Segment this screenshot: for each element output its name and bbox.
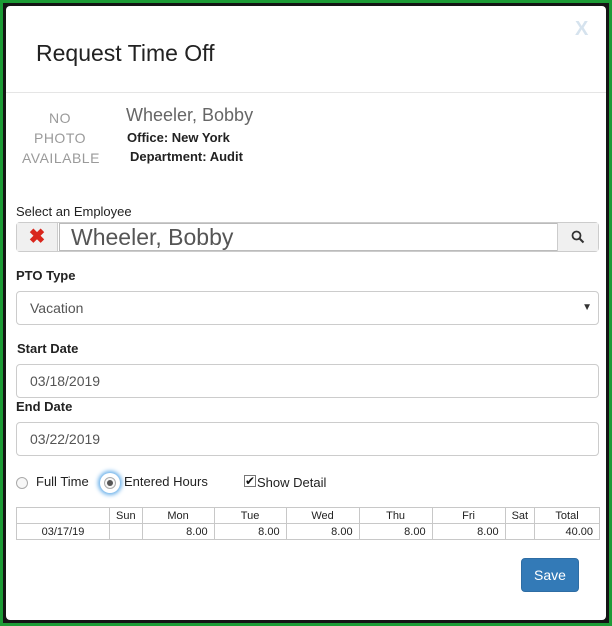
hours-cell: 8.00 [141, 523, 215, 540]
end-date-input[interactable]: 03/22/2019 [16, 422, 599, 456]
employee-office: Office: New York [127, 130, 230, 145]
close-button[interactable]: X [575, 18, 588, 41]
hours-cell [109, 523, 143, 540]
dropdown-caret-icon: ▼ [582, 302, 592, 313]
column-header: Total [534, 507, 600, 524]
clear-x-icon: ✖ [28, 226, 46, 248]
full-time-label: Full Time [36, 474, 89, 489]
full-time-radio[interactable] [16, 477, 28, 489]
employee-selector: ✖ Wheeler, Bobby [16, 222, 599, 252]
column-header: Mon [141, 507, 215, 524]
search-employee-button[interactable] [557, 223, 598, 251]
request-time-off-modal: Request Time Off X NO PHOTO AVAILABLE Wh… [6, 6, 606, 620]
column-header: Fri [431, 507, 506, 524]
pto-type-select[interactable]: Vacation ▼ [16, 291, 599, 325]
show-detail-label: Show Detail [257, 475, 327, 490]
end-date-label: End Date [16, 399, 73, 414]
hours-cell: 8.00 [213, 523, 287, 540]
pto-type-value: Vacation [30, 300, 84, 316]
table-row: 03/17/19 8.00 8.00 8.00 8.00 8.00 40.00 [16, 523, 600, 540]
checkmark-icon: ✔ [245, 474, 256, 488]
hours-cell: 8.00 [431, 523, 506, 540]
employee-name: Wheeler, Bobby [126, 105, 254, 125]
column-header: Thu [358, 507, 433, 524]
column-header [16, 507, 110, 524]
employee-department: Department: Audit [130, 149, 243, 164]
entered-hours-radio[interactable] [104, 477, 116, 489]
clear-employee-button[interactable]: ✖ [17, 223, 58, 251]
column-header: Tue [213, 507, 287, 524]
pto-type-label: PTO Type [16, 268, 76, 283]
start-date-input[interactable]: 03/18/2019 [16, 364, 599, 398]
show-detail-checkbox[interactable]: ✔ [244, 475, 256, 487]
entered-hours-label: Entered Hours [124, 474, 208, 489]
modal-header: Request Time Off X [6, 6, 606, 93]
hours-cell [504, 523, 536, 540]
no-photo-placeholder: NO PHOTO AVAILABLE [22, 110, 100, 166]
column-header: Wed [285, 507, 360, 524]
save-button[interactable]: Save [521, 558, 579, 592]
search-icon [571, 230, 585, 244]
start-date-label: Start Date [17, 341, 79, 356]
select-employee-label: Select an Employee [16, 204, 132, 219]
column-header: Sun [109, 507, 143, 524]
employee-input[interactable]: Wheeler, Bobby [59, 223, 559, 251]
table-header-row: Sun Mon Tue Wed Thu Fri Sat Total [16, 507, 600, 524]
modal-title: Request Time Off [36, 40, 215, 66]
total-cell: 40.00 [534, 523, 600, 540]
hours-detail-table: Sun Mon Tue Wed Thu Fri Sat Total 03/17/… [16, 507, 600, 540]
column-header: Sat [504, 507, 536, 524]
week-start-cell: 03/17/19 [16, 523, 110, 540]
hours-cell: 8.00 [358, 523, 433, 540]
hours-cell: 8.00 [285, 523, 360, 540]
